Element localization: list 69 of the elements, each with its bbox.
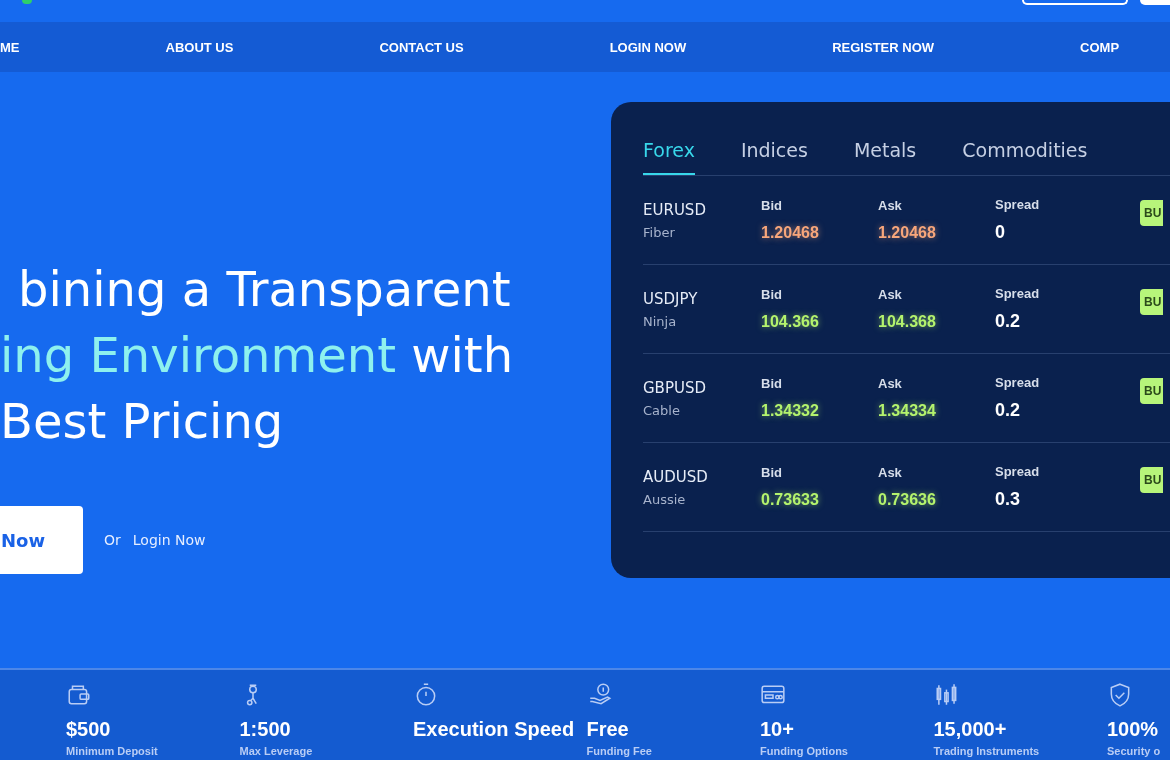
market-tab[interactable]: Forex bbox=[643, 139, 695, 175]
stat-value: Execution Speed bbox=[413, 718, 576, 741]
column-label: Spread bbox=[995, 464, 1041, 479]
column-label: Bid bbox=[761, 376, 783, 391]
nav-link[interactable]: ME bbox=[0, 39, 20, 55]
column-label: Bid bbox=[761, 198, 783, 213]
symbol-text: AUDUSD bbox=[643, 467, 709, 486]
or-text: Or bbox=[104, 532, 121, 548]
nav-link[interactable]: COMP bbox=[1080, 39, 1120, 55]
symbol-text: EURUSD bbox=[643, 200, 707, 219]
nav-link[interactable]: LOGIN NOW bbox=[609, 39, 687, 55]
ask-price: 1.20468 bbox=[878, 224, 937, 242]
nickname-text: Cable bbox=[643, 402, 681, 418]
header-button[interactable] bbox=[1140, 0, 1170, 5]
nickname-text: Aussie bbox=[643, 491, 687, 507]
bid-price: 0.73633 bbox=[761, 491, 820, 509]
stat-label: Funding Options bbox=[760, 745, 849, 757]
stat-label: Trading Instruments bbox=[933, 745, 1041, 757]
buy-button[interactable]: BU bbox=[1140, 467, 1164, 493]
nickname-text: Fiber bbox=[643, 224, 676, 240]
stat-label: Max Leverage bbox=[239, 745, 314, 757]
stat-value: 1:500 bbox=[239, 718, 292, 741]
column-label: Spread bbox=[995, 375, 1041, 390]
column-label: Ask bbox=[878, 287, 903, 302]
symbol-text: USDJPY bbox=[643, 289, 699, 308]
buy-button[interactable]: BU bbox=[1140, 200, 1164, 226]
stat-label: Minimum Deposit bbox=[66, 745, 159, 757]
column-label: Ask bbox=[878, 465, 903, 480]
stat-value: $500 bbox=[66, 718, 112, 741]
stat-value: 100% bbox=[1107, 718, 1160, 741]
ask-price: 0.73636 bbox=[878, 491, 937, 509]
spread-value: 0.2 bbox=[995, 311, 1022, 332]
market-tab[interactable]: Commodities bbox=[962, 139, 1088, 175]
headline-text: bining a Transparent bbox=[18, 261, 511, 317]
bid-price: 104.366 bbox=[761, 313, 820, 331]
buy-button[interactable]: BU bbox=[1140, 289, 1164, 315]
login-link[interactable]: Login Now bbox=[132, 532, 206, 548]
nickname-text: Ninja bbox=[643, 313, 678, 329]
stat-value: 10+ bbox=[760, 718, 795, 741]
stat-value: Free bbox=[586, 718, 630, 741]
bid-price: 1.20468 bbox=[761, 224, 820, 242]
column-label: Bid bbox=[761, 465, 783, 480]
spread-value: 0 bbox=[995, 222, 1006, 243]
market-tab[interactable]: Metals bbox=[853, 139, 917, 175]
stat-label: Security o bbox=[1107, 745, 1162, 757]
ask-price: 1.34334 bbox=[878, 402, 937, 420]
logo-icon bbox=[22, 0, 32, 4]
header-button[interactable] bbox=[1022, 0, 1128, 5]
column-label: Spread bbox=[995, 197, 1041, 212]
bid-price: 1.34332 bbox=[761, 402, 820, 420]
column-label: Ask bbox=[878, 198, 903, 213]
register-button[interactable]: Now bbox=[0, 506, 83, 574]
nav-link[interactable]: CONTACT US bbox=[379, 39, 464, 55]
nav-link[interactable]: ABOUT US bbox=[165, 39, 234, 55]
column-label: Spread bbox=[995, 286, 1041, 301]
headline-text: ing Environment bbox=[0, 327, 396, 383]
column-label: Bid bbox=[761, 287, 783, 302]
column-label: Ask bbox=[878, 376, 903, 391]
spread-value: 0.3 bbox=[995, 489, 1022, 510]
stat-label: Funding Fee bbox=[586, 745, 653, 757]
buy-button[interactable]: BU bbox=[1140, 378, 1164, 404]
symbol-text: GBPUSD bbox=[643, 378, 707, 397]
headline-text: Best Pricing bbox=[0, 393, 284, 449]
spread-value: 0.2 bbox=[995, 400, 1022, 421]
nav-link[interactable]: REGISTER NOW bbox=[832, 39, 935, 55]
market-tab[interactable]: Indices bbox=[740, 139, 808, 175]
stat-value: 15,000+ bbox=[933, 718, 1008, 741]
headline-text: with bbox=[410, 327, 514, 383]
ask-price: 104.368 bbox=[878, 313, 937, 331]
